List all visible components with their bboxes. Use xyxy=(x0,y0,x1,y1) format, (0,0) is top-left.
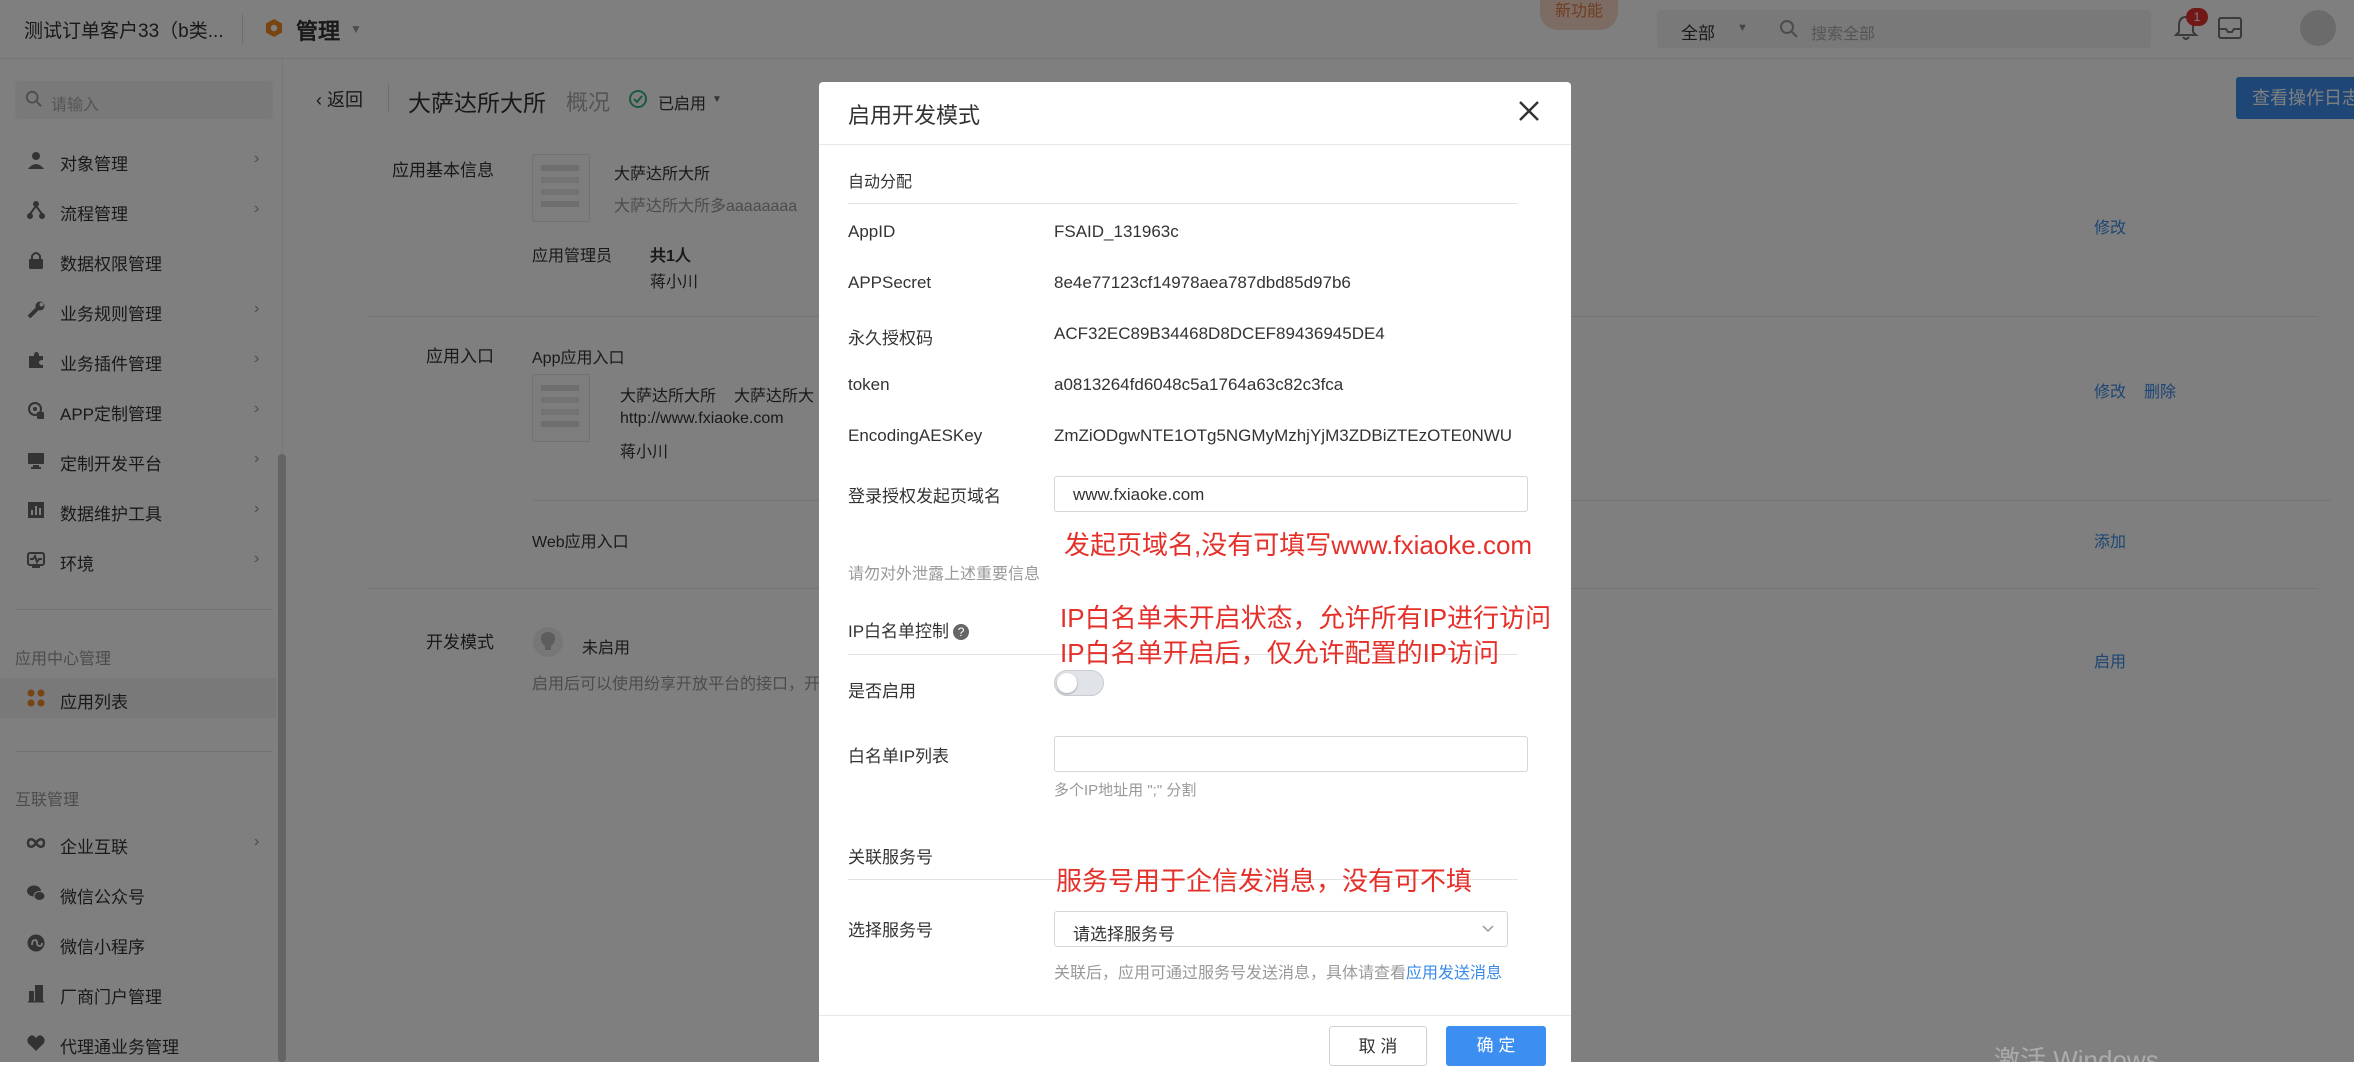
enable-label: 是否启用 xyxy=(848,682,916,701)
annotation-ip-on: IP白名单开启后，仅允许配置的IP访问 xyxy=(1060,638,1500,668)
cancel-button[interactable]: 取 消 xyxy=(1329,1026,1427,1066)
dialog-title: 启用开发模式 xyxy=(848,103,981,128)
field-value-aeskey: ZmZiODgwNTE1OTg5NGMyMzhjYjM3ZDBiZTEzOTE0… xyxy=(1054,426,1513,445)
dialog-header: 启用开发模式 xyxy=(819,82,1571,145)
annotation-ip-off: IP白名单未开启状态，允许所有IP进行访问 xyxy=(1060,603,1552,633)
app-page: 测试订单客户33（b类... 管理 ▼ 新功能 全部 ▼ 搜索全部 1 xyxy=(0,0,2354,1075)
service-select[interactable]: 请选择服务号 xyxy=(1054,911,1508,947)
field-label-aeskey: EncodingAESKey xyxy=(848,426,983,445)
annotation-domain: 发起页域名,没有可填写www.fxiaoke.com xyxy=(1064,530,1533,560)
close-icon[interactable] xyxy=(1516,98,1542,124)
confirm-button[interactable]: 确 定 xyxy=(1446,1026,1546,1066)
domain-input[interactable]: www.fxiaoke.com xyxy=(1054,476,1528,512)
field-label-token: token xyxy=(848,375,890,394)
field-value-auth-code: ACF32EC89B34468D8DCEF89436945DE4 xyxy=(1054,324,1385,343)
field-label-auth-code: 永久授权码 xyxy=(848,329,933,348)
field-value-appsecret: 8e4e77123cf14978aea787dbd85d97b6 xyxy=(1054,273,1351,292)
field-value-token: a0813264fd6048c5a1764a63c82c3fca xyxy=(1054,375,1344,394)
annotation-service: 服务号用于企信发消息，没有可不填 xyxy=(1056,866,1473,896)
ip-list-label: 白名单IP列表 xyxy=(848,747,950,766)
send-message-link[interactable]: 应用发送消息 xyxy=(1406,965,1502,982)
divider xyxy=(819,1015,1571,1016)
service-label: 选择服务号 xyxy=(848,921,933,940)
ip-list-input[interactable] xyxy=(1054,736,1528,772)
windows-activation-watermark: 激活 Windows xyxy=(1994,1045,2159,1075)
secret-warning: 请勿对外泄露上述重要信息 xyxy=(848,566,1041,583)
field-value-appid: FSAID_131963c xyxy=(1054,222,1179,241)
field-label-appsecret: APPSecret xyxy=(848,273,932,292)
chevron-down-icon xyxy=(1482,925,1494,933)
divider xyxy=(848,203,1518,204)
domain-label: 登录授权发起页域名 xyxy=(848,487,1001,506)
service-hint: 关联后，应用可通过服务号发送消息，具体请查看应用发送消息 xyxy=(1054,959,1502,983)
field-label-appid: AppID xyxy=(848,222,896,241)
ip-whitelist-section-label: IP白名单控制 xyxy=(848,622,950,641)
section-service-account: 关联服务号 xyxy=(848,848,933,867)
ip-whitelist-section: IP白名单控制? xyxy=(848,617,970,642)
domain-input-value: www.fxiaoke.com xyxy=(1073,485,1205,504)
help-icon[interactable]: ? xyxy=(953,624,970,640)
ip-list-hint: 多个IP地址用 ";" 分割 xyxy=(1054,782,1197,799)
section-auto-assign: 自动分配 xyxy=(848,174,913,191)
service-hint-text: 关联后，应用可通过服务号发送消息，具体请查看 xyxy=(1054,965,1407,982)
toggle-knob xyxy=(1057,673,1077,693)
enable-dev-mode-dialog: 启用开发模式 自动分配 AppID FSAID_131963c APPSecre… xyxy=(819,82,1571,1072)
service-select-placeholder: 请选择服务号 xyxy=(1073,925,1175,944)
ip-whitelist-toggle[interactable] xyxy=(1054,670,1104,696)
